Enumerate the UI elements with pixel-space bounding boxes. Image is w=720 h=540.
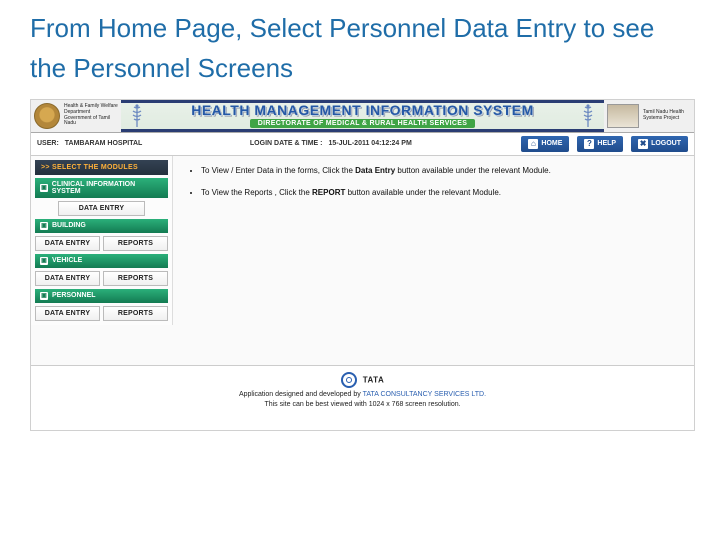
sidebar: >> SELECT THE MODULES ▣ CLINICAL INFORMA… (31, 156, 173, 325)
home-button[interactable]: ⌂ HOME (521, 136, 569, 152)
module-icon: ▣ (40, 222, 48, 230)
vehicle-reports-button[interactable]: REPORTS (103, 271, 168, 286)
tamil-nadu-seal-icon (34, 103, 60, 129)
sidebar-module-vehicle: ▣ VEHICLE DATA ENTRY REPORTS (35, 254, 168, 286)
module-personnel-head[interactable]: ▣ PERSONNEL (35, 289, 168, 303)
login-time-label: LOGIN DATE & TIME : (250, 140, 323, 147)
help-button[interactable]: ? HELP (577, 136, 623, 152)
module-icon: ▣ (40, 292, 48, 300)
banner-title: HEALTH MANAGEMENT INFORMATION SYSTEM (121, 102, 604, 118)
tata-logo-icon (341, 372, 357, 388)
caduceus-icon (127, 104, 147, 128)
module-icon: ▣ (40, 257, 48, 265)
clinical-data-entry-button[interactable]: DATA ENTRY (58, 201, 144, 216)
footer-resolution-note: This site can be best viewed with 1024 x… (35, 401, 690, 408)
footer: TATA Application designed and developed … (31, 366, 694, 430)
module-vehicle-head[interactable]: ▣ VEHICLE (35, 254, 168, 268)
footer-brand: TATA (363, 375, 385, 384)
help-icon: ? (584, 139, 594, 149)
personnel-reports-button[interactable]: REPORTS (103, 306, 168, 321)
module-label: BUILDING (52, 222, 86, 229)
user-label: USER: (37, 140, 59, 147)
instruction-reports: To View the Reports , Click the REPORT b… (201, 188, 682, 198)
sidebar-header: >> SELECT THE MODULES (35, 160, 168, 175)
header-banner: Health & Family Welfare Department Gover… (31, 100, 694, 133)
user-value: TAMBARAM HOSPITAL (65, 140, 143, 147)
personnel-data-entry-button[interactable]: DATA ENTRY (35, 306, 100, 321)
logout-button-label: LOGOUT (651, 140, 681, 147)
emblem-left-caption: Health & Family Welfare Department Gover… (64, 104, 118, 127)
module-building-head[interactable]: ▣ BUILDING (35, 219, 168, 233)
module-label: VEHICLE (52, 257, 82, 264)
module-icon: ▣ (40, 184, 48, 192)
banner-subtitle: DIRECTORATE OF MEDICAL & RURAL HEALTH SE… (250, 119, 475, 128)
instruction-data-entry: To View / Enter Data in the forms, Click… (201, 166, 682, 176)
emblem-left: Health & Family Welfare Department Gover… (31, 100, 121, 132)
login-time-value: 15-JUL-2011 04:12:24 PM (329, 140, 412, 147)
sidebar-module-building: ▣ BUILDING DATA ENTRY REPORTS (35, 219, 168, 251)
logout-button[interactable]: ✖ LOGOUT (631, 136, 688, 152)
module-label: CLINICAL INFORMATION SYSTEM (52, 181, 163, 195)
footer-credit: Application designed and developed by TA… (35, 391, 690, 398)
info-bar: USER: TAMBARAM HOSPITAL LOGIN DATE & TIM… (31, 133, 694, 156)
sidebar-module-clinical: ▣ CLINICAL INFORMATION SYSTEM DATA ENTRY (35, 178, 168, 216)
building-icon (607, 104, 639, 128)
module-clinical-head[interactable]: ▣ CLINICAL INFORMATION SYSTEM (35, 178, 168, 198)
sidebar-module-personnel: ▣ PERSONNEL DATA ENTRY REPORTS (35, 289, 168, 321)
application-screenshot: Health & Family Welfare Department Gover… (30, 99, 695, 431)
help-button-label: HELP (597, 140, 616, 147)
home-button-label: HOME (541, 140, 562, 147)
app-body: >> SELECT THE MODULES ▣ CLINICAL INFORMA… (31, 156, 694, 366)
caduceus-icon (578, 104, 598, 128)
emblem-right-caption: Tamil Nadu Health Systems Project (643, 110, 691, 122)
emblem-right: Tamil Nadu Health Systems Project (604, 100, 694, 132)
building-data-entry-button[interactable]: DATA ENTRY (35, 236, 100, 251)
vehicle-data-entry-button[interactable]: DATA ENTRY (35, 271, 100, 286)
building-reports-button[interactable]: REPORTS (103, 236, 168, 251)
slide-title: From Home Page, Select Personnel Data En… (0, 0, 720, 99)
main-content: To View / Enter Data in the forms, Click… (173, 156, 694, 221)
module-label: PERSONNEL (52, 292, 96, 299)
close-icon: ✖ (638, 139, 648, 149)
banner-center: HEALTH MANAGEMENT INFORMATION SYSTEM DIR… (121, 100, 604, 132)
home-icon: ⌂ (528, 139, 538, 149)
